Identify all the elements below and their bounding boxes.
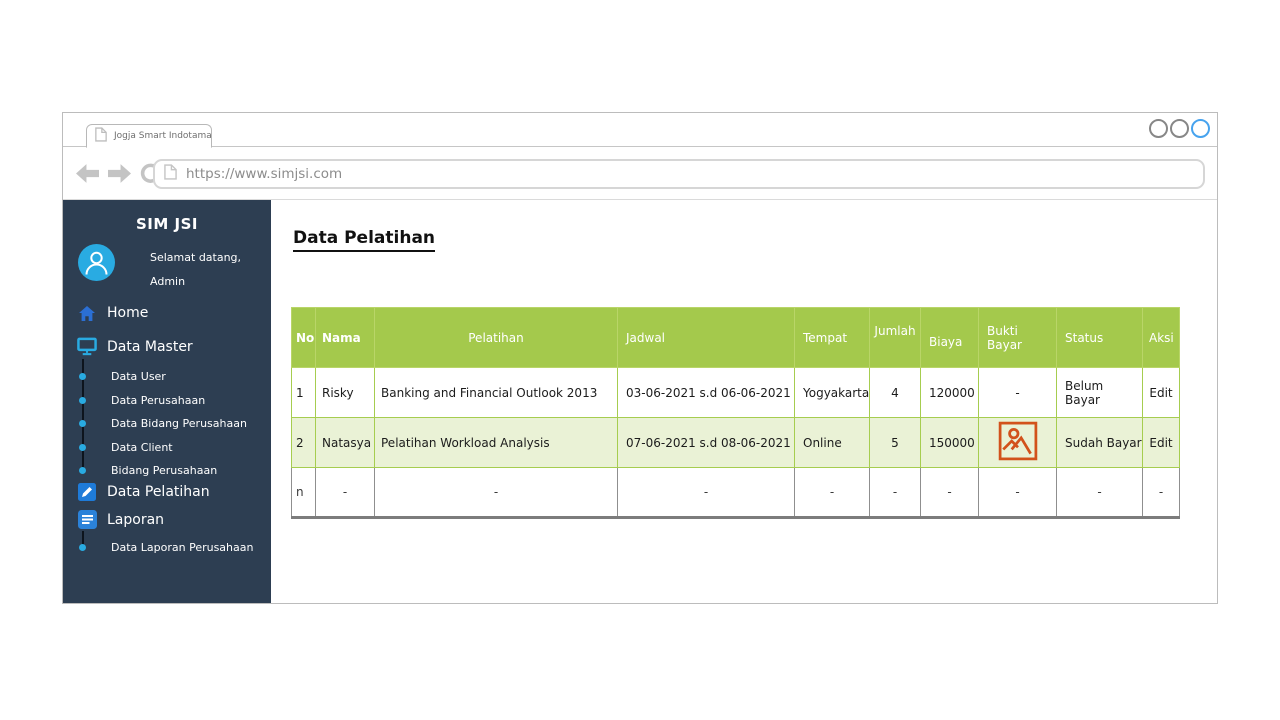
browser-tab[interactable]: Jogja Smart Indotama [86,124,212,148]
cell-tempat: Online [795,418,870,468]
cell-pelatihan: Banking and Financial Outlook 2013 [375,368,618,418]
bullet-dot [79,373,86,380]
url-bar[interactable]: https://www.simjsi.com [153,159,1205,189]
cell-bukti-bayar: - [979,468,1057,518]
cell-nama: Risky [316,368,375,418]
cell-jadwal: 03-06-2021 s.d 06-06-2021 [618,368,795,418]
table-header-row: No Nama Pelatihan Jadwal Tempat Jumlah B… [292,308,1180,368]
cell-no: n [292,468,316,518]
cell-biaya: 120000 [921,368,979,418]
cell-status: Sudah Bayar [1057,418,1143,468]
bullet-dot [79,467,86,474]
col-header-nama: Nama [316,308,375,368]
window-controls [1149,119,1210,138]
page-icon [95,127,107,146]
data-pelatihan-table: No Nama Pelatihan Jadwal Tempat Jumlah B… [291,307,1180,519]
col-header-tempat: Tempat [795,308,870,368]
tab-title: Jogja Smart Indotama [114,131,212,141]
welcome-user: Admin [150,275,185,288]
cell-tempat: Yogyakarta [795,368,870,418]
bullet-dot [79,444,86,451]
sidebar-item-data-master[interactable]: Data Master [63,337,271,356]
sidebar-item-label: Laporan [107,512,164,528]
bullet-dot [79,420,86,427]
cell-no: 1 [292,368,316,418]
cell-biaya: - [921,468,979,518]
sidebar: SIM JSI Selamat datang, Admin Home Data … [63,200,271,603]
cell-jumlah: 4 [870,368,921,418]
sidebar-item-data-pelatihan[interactable]: Data Pelatihan [63,483,271,501]
browser-window: Jogja Smart Indotama https://www.simjsi.… [62,112,1218,604]
sidebar-item-label: Data Master [107,339,193,355]
sidebar-subitem-data-laporan-perusahaan[interactable]: Data Laporan Perusahaan [111,541,253,554]
avatar [78,244,115,281]
sidebar-subitem-data-user[interactable]: Data User [111,370,166,383]
window-control-1[interactable] [1149,119,1168,138]
sidebar-item-label: Data Pelatihan [107,484,210,500]
cell-jumlah: 5 [870,418,921,468]
cell-jumlah: - [870,468,921,518]
col-header-biaya: Biaya [921,308,979,368]
table-row: 2 Natasya Pelatihan Workload Analysis 07… [292,418,1180,468]
col-header-aksi: Aksi [1143,308,1180,368]
user-icon [78,244,115,281]
monitor-icon [77,337,97,356]
home-icon [77,306,97,321]
sidebar-subitem-data-client[interactable]: Data Client [111,441,173,454]
browser-toolbar: https://www.simjsi.com [63,147,1217,200]
cell-pelatihan: - [375,468,618,518]
window-control-2[interactable] [1170,119,1189,138]
col-header-jumlah: Jumlah [870,308,921,368]
sidebar-subitem-data-bidang-perusahaan[interactable]: Data Bidang Perusahaan [111,417,247,430]
table-row: n - - - - - - - - - [292,468,1180,518]
bullet-dot [79,397,86,404]
cell-biaya: 150000 [921,418,979,468]
cell-nama: - [316,468,375,518]
forward-icon[interactable] [108,164,131,187]
col-header-status: Status [1057,308,1143,368]
report-icon [77,510,97,529]
cell-status: - [1057,468,1143,518]
col-header-pelatihan: Pelatihan [375,308,618,368]
sidebar-item-laporan[interactable]: Laporan [63,510,271,529]
edit-icon [77,483,97,501]
cell-status: Belum Bayar [1057,368,1143,418]
cell-aksi: - [1143,468,1180,518]
tab-bar: Jogja Smart Indotama [63,113,1217,147]
edit-button[interactable]: Edit [1143,368,1180,418]
page-title: Data Pelatihan [293,228,435,252]
col-header-no: No [292,308,316,368]
welcome-text: Selamat datang, [150,251,241,264]
table-row: 1 Risky Banking and Financial Outlook 20… [292,368,1180,418]
app-brand: SIM JSI [63,215,271,233]
cell-jadwal: 07-06-2021 s.d 08-06-2021 [618,418,795,468]
cell-tempat: - [795,468,870,518]
cell-bukti-bayar: - [979,368,1057,418]
cell-jadwal: - [618,468,795,518]
sidebar-subitem-data-perusahaan[interactable]: Data Perusahaan [111,394,205,407]
edit-button[interactable]: Edit [1143,418,1180,468]
col-header-jadwal: Jadwal [618,308,795,368]
cell-nama: Natasya [316,418,375,468]
cell-pelatihan: Pelatihan Workload Analysis [375,418,618,468]
back-icon[interactable] [76,164,99,187]
page-icon [164,164,177,184]
sidebar-item-label: Home [107,305,148,321]
image-icon[interactable] [998,450,1038,464]
sidebar-item-home[interactable]: Home [63,305,271,321]
cell-no: 2 [292,418,316,468]
cell-bukti-bayar [979,418,1057,468]
sidebar-subitem-bidang-perusahaan[interactable]: Bidang Perusahaan [111,464,217,477]
url-text: https://www.simjsi.com [186,166,342,182]
window-control-3[interactable] [1191,119,1210,138]
bullet-dot [79,544,86,551]
col-header-bukti-bayar: Bukti Bayar [979,308,1057,368]
main-content: Data Pelatihan No Nama Pelatihan Jadwal … [271,200,1217,603]
